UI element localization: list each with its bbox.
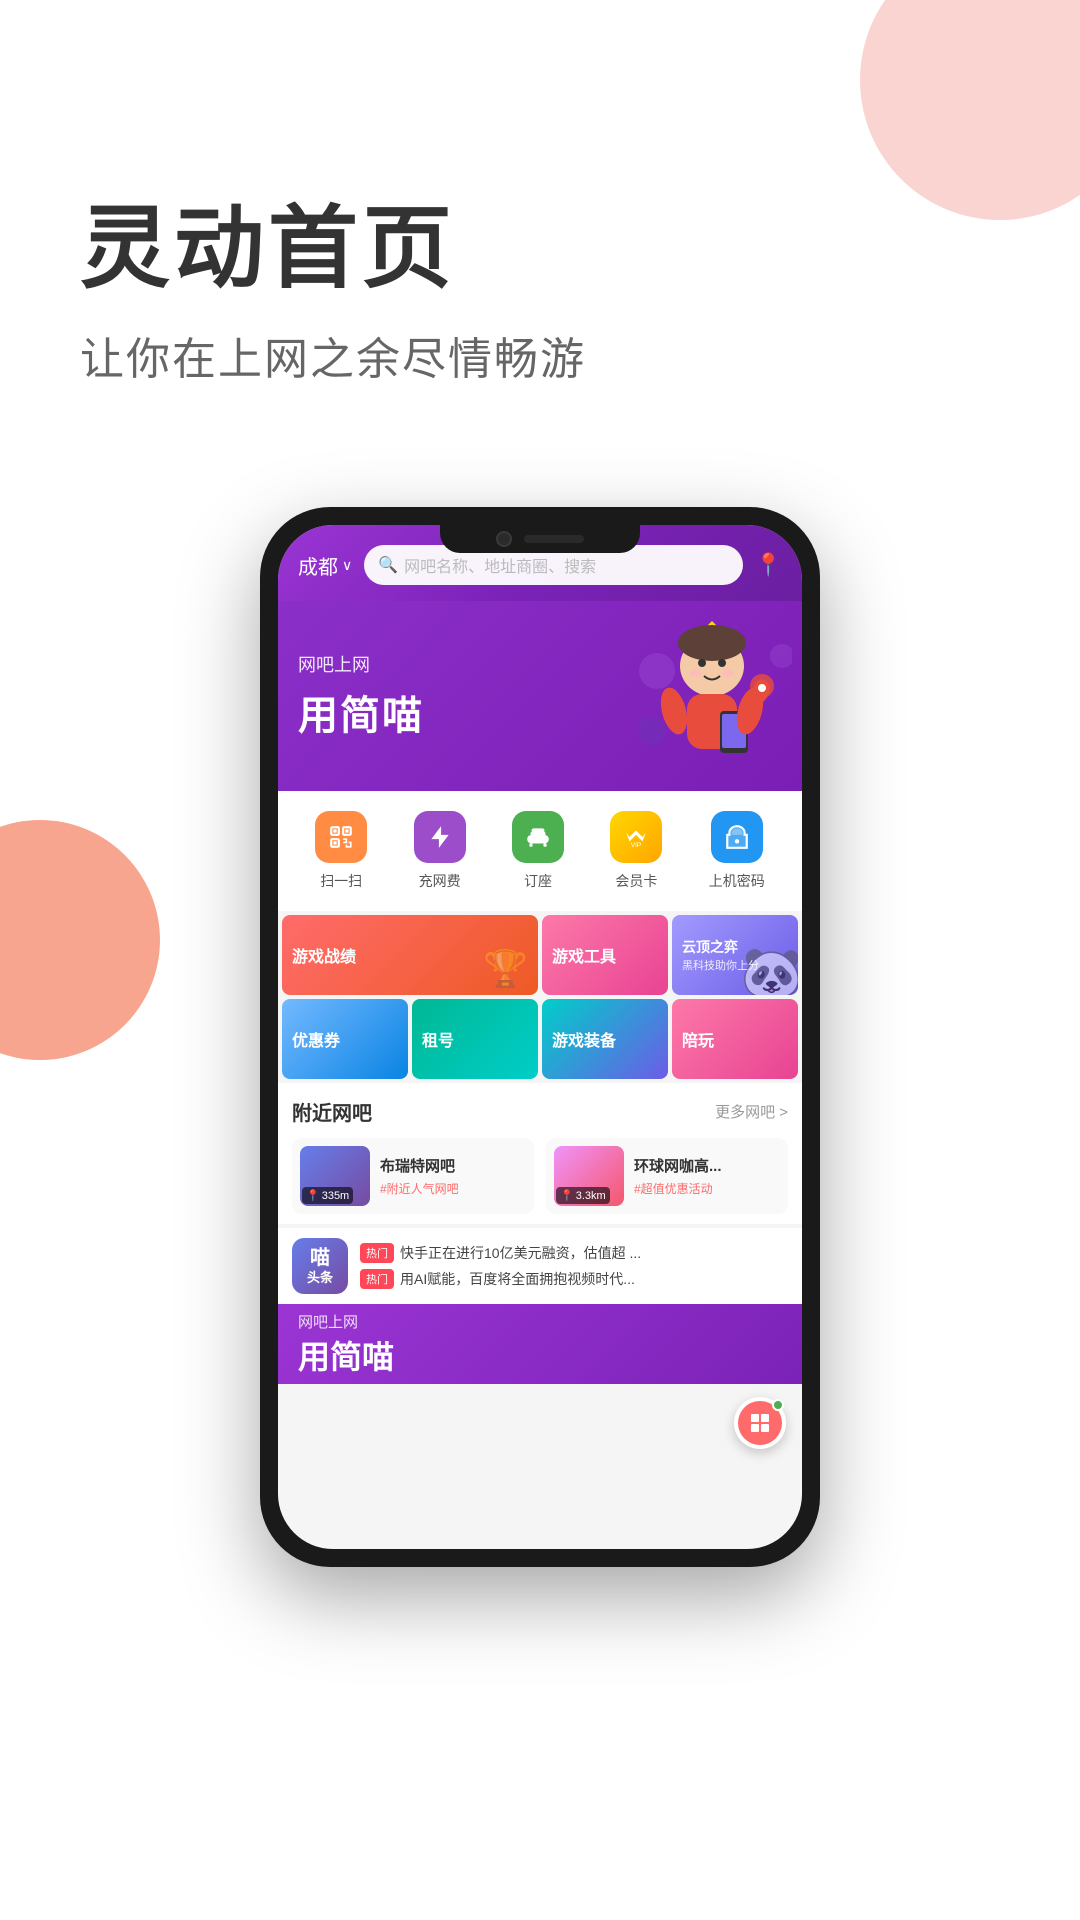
news-text-2: 用AI赋能，百度将全面拥抱视频时代... <box>400 1269 635 1289</box>
news-logo-text: 喵 头条 <box>307 1246 333 1286</box>
news-logo: 喵 头条 <box>292 1238 348 1294</box>
nearby-list: 📍 335m 布瑞特网吧 #附近人气网吧 <box>292 1138 788 1214</box>
front-camera <box>496 531 512 547</box>
feature-accompany[interactable]: 陪玩 <box>672 999 798 1079</box>
nearby-thumb-2: 📍 3.3km <box>554 1146 624 1206</box>
nearby-info-2: 环球网咖高... #超值优惠活动 <box>634 1155 780 1197</box>
float-notification-dot <box>772 1399 784 1411</box>
hero-title: 灵动首页 <box>80 200 1000 299</box>
phone-screen: 成都 ∨ 🔍 网吧名称、地址商圈、搜索 📍 网吧上网 用简喵 <box>278 525 802 1549</box>
nearby-item-2[interactable]: 📍 3.3km 环球网咖高... #超值优惠活动 <box>546 1138 788 1214</box>
phone-wrapper: 成都 ∨ 🔍 网吧名称、地址商圈、搜索 📍 网吧上网 用简喵 <box>0 507 1080 1627</box>
book-icon <box>512 811 564 863</box>
news-list: 热门 快手正在进行10亿美元融资，估值超 ... 热门 用AI赋能，百度将全面拥… <box>360 1243 788 1289</box>
location-button[interactable]: 成都 ∨ <box>298 551 352 580</box>
banner-character <box>632 611 792 781</box>
nearby-info-1: 布瑞特网吧 #附近人气网吧 <box>380 1155 526 1197</box>
feature-equipment-label: 游戏装备 <box>552 1027 616 1051</box>
banner-text: 网吧上网 用简喵 <box>298 651 424 741</box>
feature-game-score[interactable]: 游戏战绩 🏆 <box>282 915 538 995</box>
news-item-2[interactable]: 热门 用AI赋能，百度将全面拥抱视频时代... <box>360 1269 788 1289</box>
bottom-peek-title: 用简喵 <box>298 1332 394 1378</box>
feature-cloud-top[interactable]: 云顶之弈 黑科技助你上分 🐼 <box>672 915 798 995</box>
distance-badge-1: 📍 335m <box>302 1187 353 1204</box>
nearby-item-1[interactable]: 📍 335m 布瑞特网吧 #附近人气网吧 <box>292 1138 534 1214</box>
feature-accompany-label: 陪玩 <box>682 1027 714 1051</box>
location-dropdown-icon: ∨ <box>342 557 352 574</box>
action-password-label: 上机密码 <box>709 871 765 891</box>
banner-subtitle: 网吧上网 <box>298 651 424 677</box>
scan-icon <box>315 811 367 863</box>
feature-rent-label: 租号 <box>422 1027 454 1051</box>
vip-icon: VIP <box>610 811 662 863</box>
nearby-tag-2: #超值优惠活动 <box>634 1180 780 1197</box>
action-book[interactable]: 订座 <box>512 811 564 891</box>
nearby-more-button[interactable]: 更多网吧 > <box>715 1101 788 1122</box>
hero-subtitle: 让你在上网之余尽情畅游 <box>80 323 1000 387</box>
nearby-title: 附近网吧 <box>292 1097 372 1126</box>
action-recharge-label: 充网费 <box>419 871 461 891</box>
nearby-section: 附近网吧 更多网吧 > 📍 335m <box>278 1083 802 1224</box>
location-text: 成都 <box>298 551 338 580</box>
nearby-name-2: 环球网咖高... <box>634 1155 780 1176</box>
news-item-1[interactable]: 热门 快手正在进行10亿美元融资，估值超 ... <box>360 1243 788 1263</box>
news-section: 喵 头条 热门 快手正在进行10亿美元融资，估值超 ... 热门 用AI赋能，百… <box>278 1228 802 1304</box>
feature-coupon-label: 优惠券 <box>292 1027 340 1051</box>
action-recharge[interactable]: 充网费 <box>414 811 466 891</box>
quick-actions: 扫一扫 充网费 <box>278 791 802 911</box>
hot-badge-2: 热门 <box>360 1269 394 1289</box>
nearby-thumb-1: 📍 335m <box>300 1146 370 1206</box>
recharge-icon <box>414 811 466 863</box>
bottom-peek-subtitle: 网吧上网 <box>298 1311 394 1332</box>
distance-badge-2: 📍 3.3km <box>556 1187 610 1204</box>
action-book-label: 订座 <box>524 871 552 891</box>
nearby-tag-1: #附近人气网吧 <box>380 1180 526 1197</box>
feature-game-tools[interactable]: 游戏工具 <box>542 915 668 995</box>
floating-action-button[interactable] <box>734 1397 786 1449</box>
search-placeholder-text: 网吧名称、地址商圈、搜索 <box>404 553 596 577</box>
hero-section: 灵动首页 让你在上网之余尽情畅游 <box>0 0 1080 447</box>
nearby-name-1: 布瑞特网吧 <box>380 1155 526 1176</box>
feature-equipment[interactable]: 游戏装备 <box>542 999 668 1079</box>
password-icon <box>711 811 763 863</box>
location-pin-button[interactable]: 📍 <box>755 552 782 578</box>
bottom-peek: 网吧上网 用简喵 <box>278 1304 802 1384</box>
action-vip-label: 会员卡 <box>615 871 657 891</box>
phone-speaker <box>524 535 584 543</box>
svg-text:VIP: VIP <box>631 842 641 849</box>
news-text-1: 快手正在进行10亿美元融资，估值超 ... <box>400 1243 641 1263</box>
action-scan-label: 扫一扫 <box>320 871 362 891</box>
action-scan[interactable]: 扫一扫 <box>315 811 367 891</box>
nearby-header: 附近网吧 更多网吧 > <box>292 1097 788 1126</box>
phone-notch <box>440 525 640 553</box>
hot-badge-1: 热门 <box>360 1243 394 1263</box>
feature-coupon[interactable]: 优惠券 <box>282 999 408 1079</box>
feature-grid: 游戏战绩 🏆 游戏工具 云顶之弈 黑科技助你上分 🐼 优惠券 <box>282 915 798 1079</box>
feature-game-tools-label: 游戏工具 <box>552 943 616 967</box>
app-banner: 网吧上网 用简喵 <box>278 601 802 791</box>
search-icon: 🔍 <box>378 555 398 575</box>
feature-game-score-label: 游戏战绩 <box>292 943 356 967</box>
phone-frame: 成都 ∨ 🔍 网吧名称、地址商圈、搜索 📍 网吧上网 用简喵 <box>260 507 820 1567</box>
action-password[interactable]: 上机密码 <box>709 811 765 891</box>
action-vip[interactable]: VIP 会员卡 <box>610 811 662 891</box>
feature-rent[interactable]: 租号 <box>412 999 538 1079</box>
banner-title: 用简喵 <box>298 683 424 741</box>
